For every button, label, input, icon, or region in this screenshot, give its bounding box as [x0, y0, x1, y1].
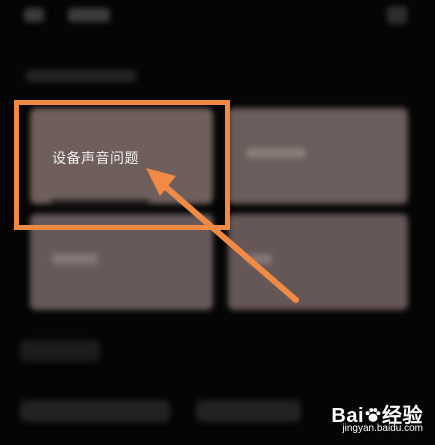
watermark: Bai 经验 jingyan.baidu.com [295, 399, 423, 439]
page-title-placeholder [68, 8, 110, 22]
section-header-placeholder [26, 70, 136, 82]
watermark-site: jingyan.baidu.com [342, 423, 423, 434]
footer-item-2[interactable] [20, 400, 170, 422]
footer-item-1[interactable] [20, 340, 100, 362]
app-screen: 设备声音问题 Bai 经验 jingyan.baidu.com [0, 0, 435, 445]
highlight-box [14, 100, 230, 230]
baidu-paw-icon [365, 408, 381, 422]
menu-icon[interactable] [387, 6, 407, 24]
card-3-label-placeholder [52, 254, 98, 264]
back-icon[interactable] [24, 8, 44, 22]
card-2-label-placeholder [246, 148, 306, 158]
card-4-label-placeholder [248, 254, 272, 264]
footer-item-3[interactable] [196, 400, 301, 422]
